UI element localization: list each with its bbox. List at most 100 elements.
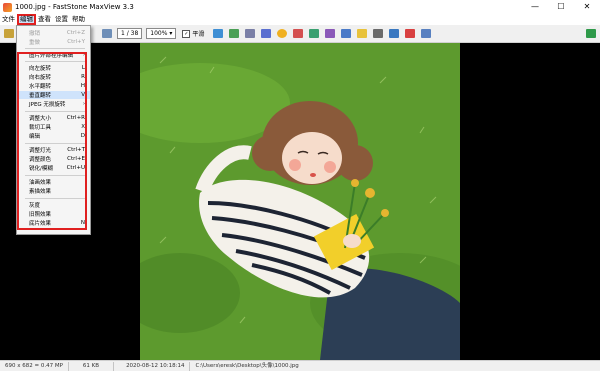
menu-item-adjust-colors-label: 调整颜色 [29, 157, 52, 163]
delete-icon[interactable] [405, 29, 416, 38]
menu-edit[interactable]: 编辑 [17, 14, 36, 25]
menu-file[interactable]: 文件 [0, 14, 17, 25]
menu-separator [25, 198, 85, 199]
chevron-down-icon: ▾ [169, 30, 173, 37]
status-file-path: C:\Users\eresk\Desktop\头像\1000.jpg [195, 362, 299, 369]
menu-item-jpeg-lossless-rotate-label: JPEG 无损旋转 [29, 102, 66, 108]
menu-item-flip-vertical[interactable]: 垂直翻转 V [17, 91, 90, 99]
chevron-right-icon: › [83, 101, 85, 107]
menu-item-resize-label: 调整大小 [29, 116, 52, 122]
menu-item-grayscale-label: 灰度 [29, 203, 41, 209]
zoom-select[interactable]: 100% ▾ [146, 28, 177, 39]
menu-item-sketch[interactable]: 素描效果 [17, 187, 90, 195]
info-icon[interactable] [421, 29, 432, 38]
menu-item-adjust-lighting[interactable]: 调整灯光 Ctrl+T [17, 146, 90, 154]
menu-item-undo[interactable]: 撤销 Ctrl+Z [17, 29, 90, 37]
menu-item-rotate-right-shortcut: R [81, 74, 85, 80]
menu-separator [25, 48, 85, 49]
menu-item-rotate-right[interactable]: 向右旋转 R [17, 73, 90, 81]
menu-item-external-editor-label: 图片外部程序编辑 [29, 53, 74, 59]
menu-help[interactable]: 帮助 [70, 14, 87, 25]
menu-item-rotate-left-label: 向左旋转 [29, 66, 52, 72]
app-icon [3, 2, 12, 12]
open-folder-icon[interactable] [4, 29, 14, 38]
menu-item-negative-shortcut: N [80, 220, 85, 226]
menu-item-flip-horizontal[interactable]: 水平翻转 H [17, 82, 90, 90]
menu-item-flip-horizontal-shortcut: H [80, 83, 85, 89]
menu-separator [25, 143, 85, 144]
print-icon[interactable] [373, 29, 384, 38]
menu-item-rotate-left[interactable]: 向左旋转 L [17, 64, 90, 72]
menu-separator [25, 61, 85, 62]
menu-item-flip-horizontal-label: 水平翻转 [29, 84, 52, 90]
menu-item-sharpen-blur[interactable]: 锐化/模糊 Ctrl+U [17, 164, 90, 172]
menu-item-sepia[interactable]: 旧照效果 [17, 210, 90, 218]
menu-item-adjust-colors-shortcut: Ctrl+E [67, 156, 85, 162]
sharpen-icon[interactable] [309, 29, 320, 38]
menu-item-oil-paint-label: 油画效果 [29, 180, 52, 186]
zoom-value: 100% [150, 30, 168, 37]
status-dimensions: 690 x 682 = 0.47 MP [0, 361, 69, 371]
menu-item-rotate-left-shortcut: L [81, 65, 85, 71]
menu-item-oil-paint[interactable]: 油画效果 [17, 178, 90, 186]
smooth-checkbox[interactable]: ✓ [182, 29, 191, 38]
menu-item-grayscale[interactable]: 灰度 [17, 201, 90, 209]
menu-item-resize[interactable]: 调整大小 Ctrl+R [17, 114, 90, 122]
menu-settings[interactable]: 设置 [53, 14, 70, 25]
smooth-label: 平滑 [192, 31, 205, 38]
menu-item-edit-label: 编辑 [29, 134, 41, 140]
menu-item-rotate-right-label: 向右旋转 [29, 75, 52, 81]
color-icon[interactable] [293, 29, 304, 38]
menu-item-edit-shortcut: D [80, 133, 85, 139]
menu-item-adjust-colors[interactable]: 调整颜色 Ctrl+E [17, 155, 90, 163]
menu-item-jpeg-lossless-rotate[interactable]: JPEG 无损旋转 › [17, 100, 90, 108]
maximize-button[interactable]: ☐ [548, 0, 574, 14]
minimize-button[interactable]: — [522, 0, 548, 14]
menu-item-flip-vertical-shortcut: V [81, 92, 85, 98]
close-button[interactable]: ✕ [574, 0, 600, 14]
resize-icon[interactable] [341, 29, 352, 38]
prev-icon[interactable] [102, 29, 112, 38]
window-controls: — ☐ ✕ [522, 0, 600, 14]
status-file-size: 61 KB [69, 361, 115, 371]
menu-item-undo-shortcut: Ctrl+Z [66, 30, 85, 36]
menu-item-sharpen-blur-shortcut: Ctrl+U [66, 165, 85, 171]
menu-item-edit[interactable]: 编辑 D [17, 132, 90, 140]
title-bar: 1000.jpg - FastStone MaxView 3.3 — ☐ ✕ [0, 0, 600, 15]
status-bar: 690 x 682 = 0.47 MP 61 KB 2020-08-12 10:… [0, 360, 600, 371]
menu-separator [25, 111, 85, 112]
menu-separator [25, 175, 85, 176]
menu-item-sketch-label: 素描效果 [29, 189, 52, 195]
menu-bar: 文件 编辑 查看 设置 帮助 [0, 14, 600, 25]
menu-item-resize-shortcut: Ctrl+R [66, 115, 85, 121]
status-date: 2020-08-12 10:18:14 [114, 361, 191, 371]
menu-item-adjust-lighting-shortcut: Ctrl+T [67, 147, 85, 153]
menu-item-adjust-lighting-label: 调整灯光 [29, 148, 52, 154]
menu-item-external-editor[interactable]: 图片外部程序编辑 › [17, 51, 90, 59]
menu-item-negative[interactable]: 底片效果 N [17, 219, 90, 227]
menu-item-negative-label: 底片效果 [29, 221, 52, 227]
displayed-image [140, 43, 460, 360]
fit-width-icon[interactable] [213, 29, 224, 38]
window-title: 1000.jpg - FastStone MaxView 3.3 [15, 3, 134, 11]
menu-item-redo[interactable]: 重做 Ctrl+Y [17, 38, 90, 46]
menu-view[interactable]: 查看 [36, 14, 53, 25]
menu-item-redo-label: 重做 [29, 40, 41, 46]
menu-item-crop-tool-shortcut: X [81, 124, 85, 130]
fit-height-icon[interactable] [229, 29, 240, 38]
chevron-right-icon: › [83, 52, 85, 58]
brightness-icon[interactable] [277, 29, 288, 38]
page-indicator[interactable]: 1 / 38 [117, 28, 143, 39]
menu-item-redo-shortcut: Ctrl+Y [67, 39, 85, 45]
effects-icon[interactable] [325, 29, 336, 38]
menu-item-crop-tool-label: 裁切工具 [29, 125, 52, 131]
rotate-icon[interactable] [261, 29, 272, 38]
menu-item-sepia-label: 旧照效果 [29, 212, 52, 218]
fullscreen-icon[interactable] [245, 29, 256, 38]
email-icon[interactable] [357, 29, 368, 38]
illustration-girl-on-grass [140, 43, 460, 360]
save-icon[interactable] [389, 29, 400, 38]
menu-item-crop-tool[interactable]: 裁切工具 X [17, 123, 90, 131]
expand-icon[interactable] [586, 29, 596, 38]
edit-dropdown-menu: 撤销 Ctrl+Z 重做 Ctrl+Y 图片外部程序编辑 › 向左旋转 L 向右旋转 R … [16, 25, 91, 235]
